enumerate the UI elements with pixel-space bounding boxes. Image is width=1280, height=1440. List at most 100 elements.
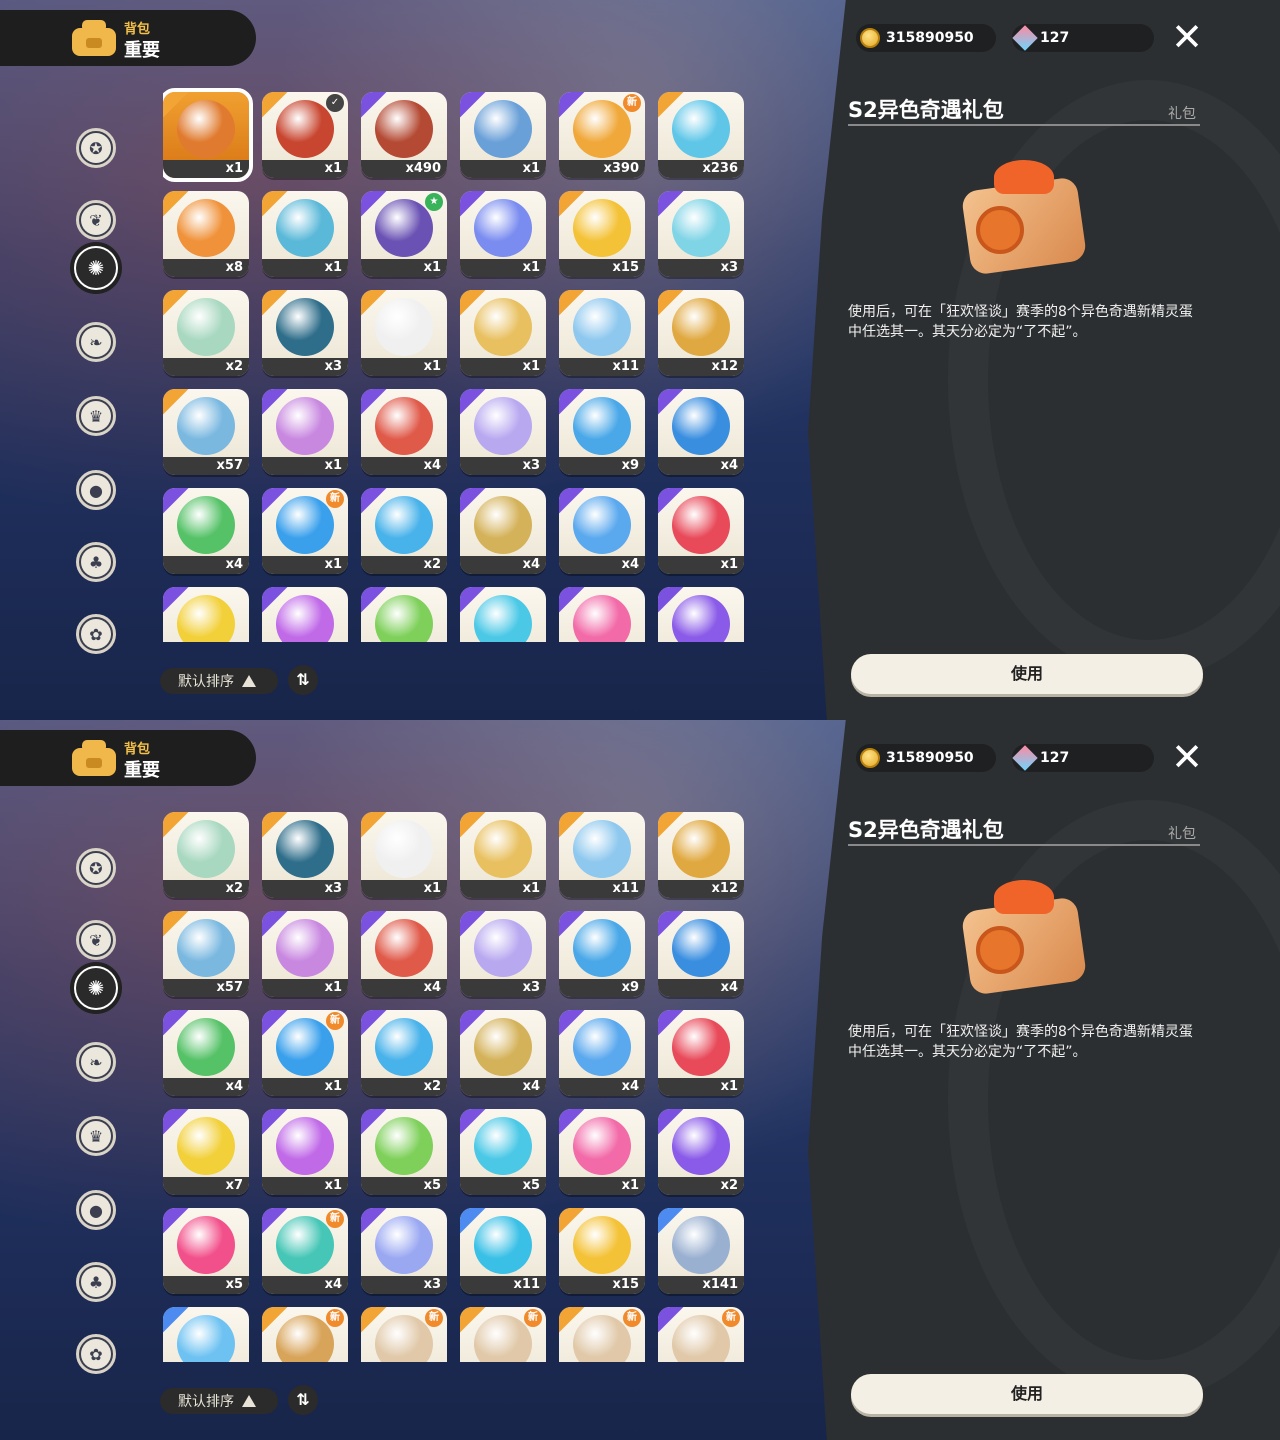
- category-tab-crown-card[interactable]: ♛: [76, 396, 116, 436]
- category-tab-sparkle[interactable]: ✺: [70, 242, 122, 294]
- item-slot[interactable]: x5: [460, 1109, 546, 1195]
- item-slot[interactable]: x1: [460, 191, 546, 277]
- item-slot[interactable]: x1: [163, 88, 253, 182]
- item-slot[interactable]: 新x1: [262, 488, 348, 574]
- item-slot[interactable]: x1: [658, 1010, 744, 1096]
- category-tab-star-badge[interactable]: ✪: [76, 128, 116, 168]
- item-slot[interactable]: x57: [163, 911, 249, 997]
- item-slot[interactable]: x1: [262, 1109, 348, 1195]
- item-slot[interactable]: x2: [163, 290, 249, 376]
- item-slot[interactable]: x2: [658, 1109, 744, 1195]
- category-tab-leaf[interactable]: ❦: [76, 920, 116, 960]
- close-icon[interactable]: ✕: [1168, 738, 1206, 776]
- item-slot[interactable]: x4: [460, 1010, 546, 1096]
- use-button[interactable]: 使用: [851, 654, 1203, 694]
- sort-order-toggle[interactable]: ⇅: [288, 1385, 318, 1415]
- category-tab-egg[interactable]: ●: [76, 470, 116, 510]
- item-slot[interactable]: x3: [658, 191, 744, 277]
- item-slot[interactable]: 新 x390: [559, 92, 645, 178]
- item-icon: [375, 1117, 433, 1175]
- item-icon: [474, 919, 532, 977]
- category-tab-crown-card[interactable]: ♛: [76, 1116, 116, 1156]
- item-slot[interactable]: x5: [361, 587, 447, 642]
- item-slot[interactable]: 新 x4: [262, 1208, 348, 1294]
- item-slot[interactable]: x1: [559, 1109, 645, 1195]
- sort-order-toggle[interactable]: ⇅: [288, 665, 318, 695]
- use-button[interactable]: 使用: [851, 1374, 1203, 1414]
- item-slot[interactable]: x3: [460, 389, 546, 475]
- item-slot[interactable]: x1: [262, 191, 348, 277]
- close-icon[interactable]: ✕: [1168, 18, 1206, 56]
- item-slot[interactable]: x9: [559, 911, 645, 997]
- item-slot[interactable]: ★ x1: [361, 191, 447, 277]
- item-slot[interactable]: x2: [361, 1010, 447, 1096]
- category-tab-egg[interactable]: ●: [76, 1190, 116, 1230]
- item-slot[interactable]: x1: [460, 812, 546, 898]
- item-slot[interactable]: 新x1: [361, 1307, 447, 1362]
- sort-dropdown[interactable]: 默认排序: [160, 668, 278, 694]
- item-slot[interactable]: x4: [559, 488, 645, 574]
- item-slot[interactable]: x7: [163, 587, 249, 642]
- category-tab-seed[interactable]: ❧: [76, 322, 116, 362]
- item-slot[interactable]: x15: [559, 1208, 645, 1294]
- item-slot[interactable]: 新x1: [262, 1010, 348, 1096]
- category-tab-star-badge[interactable]: ✪: [76, 848, 116, 888]
- item-slot[interactable]: x3: [262, 812, 348, 898]
- item-slot[interactable]: x2: [361, 488, 447, 574]
- category-tab-chair[interactable]: ✿: [76, 614, 116, 654]
- category-tab-leaf[interactable]: ❦: [76, 200, 116, 240]
- item-count: x2: [361, 1078, 447, 1096]
- item-slot[interactable]: x5: [460, 587, 546, 642]
- item-icon: [573, 199, 631, 257]
- item-slot[interactable]: x1: [361, 290, 447, 376]
- item-slot[interactable]: x5: [361, 1109, 447, 1195]
- item-slot[interactable]: 新x1: [559, 1307, 645, 1362]
- item-slot[interactable]: x2: [658, 587, 744, 642]
- item-slot[interactable]: ✓ x1: [262, 92, 348, 178]
- item-slot[interactable]: 新x1: [262, 1307, 348, 1362]
- category-tab-acorn[interactable]: ♣: [76, 1262, 116, 1302]
- item-slot[interactable]: x3: [262, 290, 348, 376]
- category-tab-acorn[interactable]: ♣: [76, 542, 116, 582]
- item-slot[interactable]: x5: [163, 1208, 249, 1294]
- item-slot[interactable]: x4: [460, 488, 546, 574]
- item-slot[interactable]: x141: [658, 1208, 744, 1294]
- item-slot[interactable]: x4: [658, 911, 744, 997]
- item-slot[interactable]: x1: [262, 911, 348, 997]
- item-slot[interactable]: x1: [262, 389, 348, 475]
- item-slot[interactable]: x1: [262, 587, 348, 642]
- item-slot[interactable]: x1: [460, 290, 546, 376]
- item-slot[interactable]: x9: [559, 389, 645, 475]
- item-slot[interactable]: x236: [658, 92, 744, 178]
- item-slot[interactable]: x1: [658, 488, 744, 574]
- item-slot[interactable]: x3: [361, 1208, 447, 1294]
- item-slot[interactable]: x1: [559, 587, 645, 642]
- item-slot[interactable]: x4: [658, 389, 744, 475]
- item-slot[interactable]: x57: [163, 389, 249, 475]
- item-slot[interactable]: x1: [361, 812, 447, 898]
- item-slot[interactable]: x11: [559, 812, 645, 898]
- item-slot[interactable]: x8: [163, 191, 249, 277]
- item-slot[interactable]: x4: [361, 911, 447, 997]
- item-slot[interactable]: x4: [559, 1010, 645, 1096]
- item-slot[interactable]: x490: [361, 92, 447, 178]
- item-slot[interactable]: x15: [559, 191, 645, 277]
- item-slot[interactable]: x4: [163, 1010, 249, 1096]
- item-slot[interactable]: x12: [658, 812, 744, 898]
- item-slot[interactable]: x11: [460, 1208, 546, 1294]
- item-slot[interactable]: x11: [559, 290, 645, 376]
- item-slot[interactable]: x12: [658, 290, 744, 376]
- item-slot[interactable]: x4: [163, 1307, 249, 1362]
- category-tab-sparkle[interactable]: ✺: [70, 962, 122, 1014]
- item-slot[interactable]: x1: [460, 92, 546, 178]
- item-slot[interactable]: 新x1: [658, 1307, 744, 1362]
- item-slot[interactable]: x7: [163, 1109, 249, 1195]
- sort-dropdown[interactable]: 默认排序: [160, 1388, 278, 1414]
- item-slot[interactable]: x4: [361, 389, 447, 475]
- category-tab-seed[interactable]: ❧: [76, 1042, 116, 1082]
- item-slot[interactable]: 新x1: [460, 1307, 546, 1362]
- item-slot[interactable]: x4: [163, 488, 249, 574]
- category-tab-chair[interactable]: ✿: [76, 1334, 116, 1374]
- item-slot[interactable]: x3: [460, 911, 546, 997]
- item-slot[interactable]: x2: [163, 812, 249, 898]
